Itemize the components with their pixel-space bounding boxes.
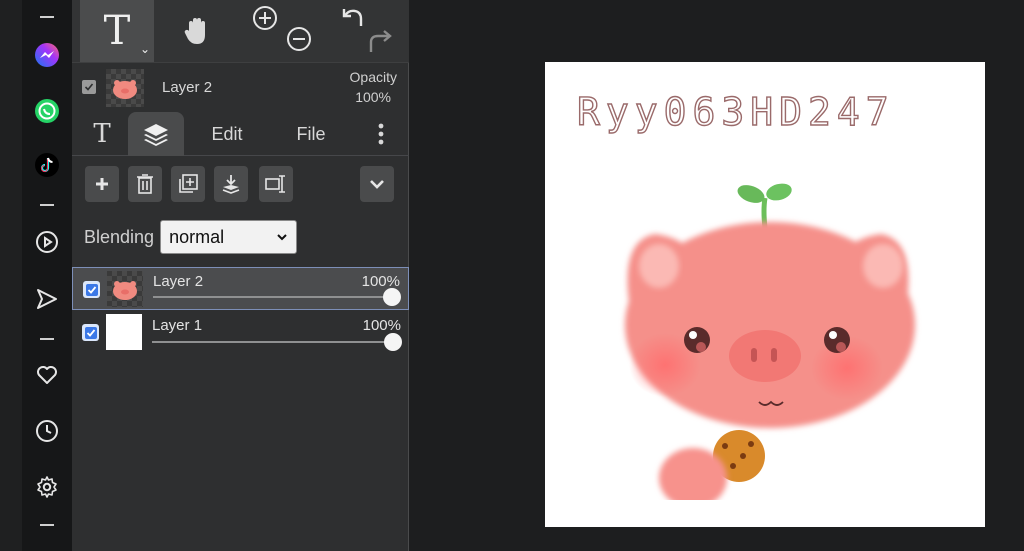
tab-file[interactable]: File (280, 112, 342, 156)
opacity-value: 100% (355, 89, 391, 105)
layer-properties-button[interactable] (259, 166, 293, 202)
sidebar-divider (40, 204, 54, 206)
duplicate-layer-button[interactable] (171, 166, 205, 202)
layers-icon (144, 124, 168, 146)
tab-text[interactable]: T (78, 112, 126, 156)
layer-opacity-value: 100% (362, 317, 401, 334)
chevron-down-icon (370, 180, 384, 189)
layer-thumbnail[interactable] (106, 69, 144, 107)
layer-thumbnail (107, 271, 143, 307)
canvas[interactable]: Ryy063HD247 (545, 62, 985, 527)
main-toolbar: T ⌄ (72, 0, 409, 63)
layer-row-layer-1[interactable]: Layer 1 100% (72, 311, 409, 354)
opacity-label: Opacity (349, 69, 397, 85)
history-controls (330, 0, 400, 62)
merge-down-icon (222, 175, 240, 194)
sidebar-divider (40, 16, 54, 18)
trash-icon (137, 174, 153, 194)
blending-mode-value: normal (169, 226, 225, 247)
current-layer-name: Layer 2 (162, 79, 213, 96)
layer-visibility-checkbox[interactable] (82, 324, 99, 341)
slider-knob[interactable] (384, 333, 402, 351)
layer-visibility-checkbox[interactable] (83, 281, 100, 298)
delete-layer-button[interactable] (128, 166, 162, 202)
zoom-controls (242, 0, 312, 62)
layer-row-layer-2[interactable]: Layer 2 100% (72, 267, 409, 310)
play-icon[interactable] (22, 228, 72, 256)
chevron-down-icon[interactable]: ⌄ (140, 42, 150, 56)
sidebar-divider (40, 338, 54, 340)
undo-icon[interactable] (338, 4, 364, 30)
zoom-out-icon[interactable] (286, 26, 312, 52)
layer-opacity-slider[interactable] (153, 288, 401, 306)
add-layer-button[interactable] (85, 166, 119, 202)
text-tool-icon: T (103, 8, 131, 54)
settings-icon[interactable] (22, 473, 72, 501)
panel-tabs: T Edit File (72, 112, 409, 156)
hand-icon (184, 18, 205, 44)
sidebar-divider (40, 524, 54, 526)
text-cursor-box-icon (265, 175, 285, 193)
plus-icon (96, 178, 108, 190)
canvas-workspace: Ryy063HD247 (410, 0, 1024, 551)
redo-icon[interactable] (368, 28, 394, 54)
layer-name: Layer 1 (152, 317, 203, 334)
hand-tool-button[interactable] (162, 0, 232, 62)
app: T ⌄ Layer 2 Opacity 100% T Edit File Ble… (0, 0, 1024, 551)
send-icon[interactable] (22, 285, 72, 313)
whatsapp-icon[interactable] (22, 96, 72, 126)
layer-name: Layer 2 (153, 273, 204, 290)
layer-visibility-checkbox[interactable] (82, 80, 96, 94)
layer-actions (72, 166, 409, 210)
merge-down-button[interactable] (214, 166, 248, 202)
expand-layers-button[interactable] (360, 166, 394, 202)
blending-label: Blending (84, 226, 155, 247)
messenger-icon[interactable] (22, 40, 72, 70)
blending-mode-select[interactable]: normal (160, 220, 298, 254)
tab-file-label: File (296, 123, 326, 144)
duplicate-icon (179, 174, 198, 193)
tab-layers[interactable] (128, 112, 184, 156)
blending-row: Blending normal (84, 219, 298, 255)
heart-icon[interactable] (22, 361, 72, 389)
slider-knob[interactable] (383, 288, 401, 306)
zoom-in-icon[interactable] (252, 5, 278, 31)
tiktok-icon[interactable] (22, 150, 72, 180)
layer-opacity-slider[interactable] (152, 333, 402, 351)
current-layer-header: Layer 2 Opacity 100% (72, 64, 409, 112)
tab-edit-label: Edit (211, 123, 243, 144)
clock-icon[interactable] (22, 417, 72, 445)
app-sidebar (22, 0, 72, 551)
text-tab-icon: T (93, 119, 111, 149)
text-tool-button[interactable]: T ⌄ (80, 0, 154, 62)
canvas-text: Ryy063HD247 (576, 89, 895, 134)
layer-thumbnail (106, 314, 142, 350)
more-vertical-icon (378, 123, 384, 145)
chevron-down-icon (277, 234, 287, 241)
window-edge (0, 0, 22, 551)
more-menu-button[interactable] (364, 112, 398, 156)
tool-panel: T ⌄ Layer 2 Opacity 100% T Edit File Ble… (72, 0, 409, 551)
pig-illustration (625, 183, 915, 500)
tab-edit[interactable]: Edit (196, 112, 258, 156)
